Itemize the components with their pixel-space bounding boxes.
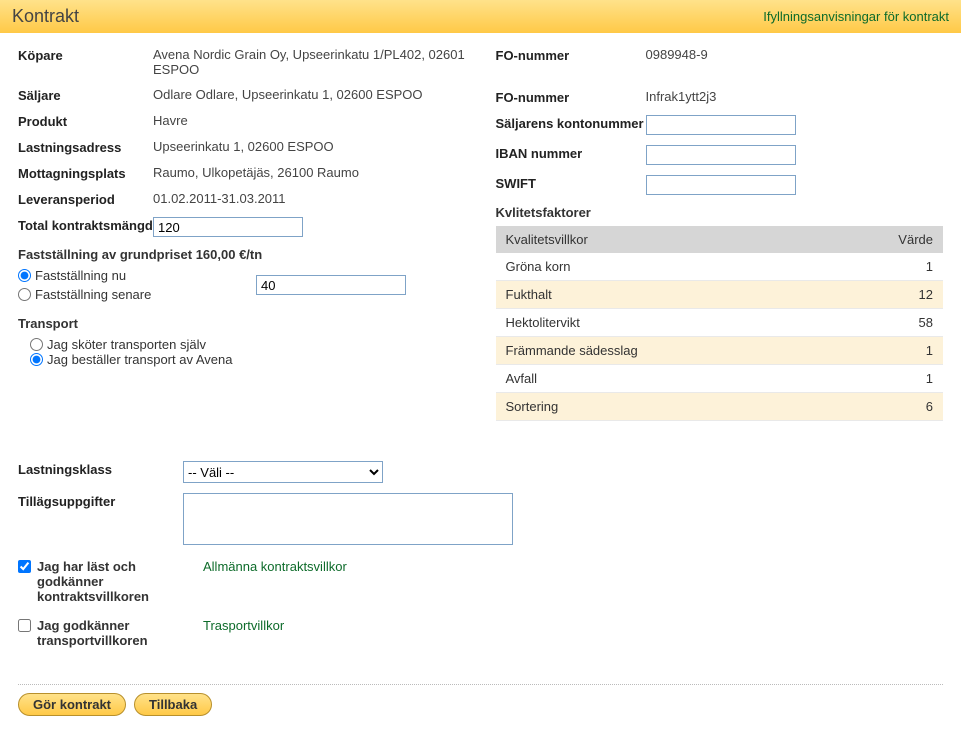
price-amount-input[interactable] xyxy=(256,275,406,295)
swift-input[interactable] xyxy=(646,175,796,195)
quality-name: Främmande sädesslag xyxy=(496,337,825,365)
table-row: Gröna korn1 xyxy=(496,253,944,281)
seller-account-input[interactable] xyxy=(646,115,796,135)
agree-terms-checkbox[interactable] xyxy=(18,560,31,573)
agree-terms-label: Jag har läst och godkänner kontraktsvill… xyxy=(37,559,187,604)
extra-info-textarea[interactable] xyxy=(183,493,513,545)
table-row: Avfall1 xyxy=(496,365,944,393)
quality-value: 1 xyxy=(825,337,943,365)
agree-transport-checkbox[interactable] xyxy=(18,619,31,632)
table-row: Sortering6 xyxy=(496,393,944,421)
quality-name: Avfall xyxy=(496,365,825,393)
quality-name: Gröna korn xyxy=(496,253,825,281)
transport-terms-link[interactable]: Trasportvillkor xyxy=(203,618,284,633)
page-title: Kontrakt xyxy=(12,6,79,27)
fo-seller-label: FO-nummer xyxy=(496,89,646,105)
price-now-radio[interactable] xyxy=(18,269,31,282)
price-now-label: Fastställning nu xyxy=(35,268,126,283)
transport-self-label: Jag sköter transporten själv xyxy=(47,337,206,352)
loading-class-label: Lastningsklass xyxy=(18,461,183,477)
quality-col-value: Värde xyxy=(825,226,943,253)
quality-value: 58 xyxy=(825,309,943,337)
fo-seller-value: Infrak1ytt2j3 xyxy=(646,89,944,104)
transport-order-label: Jag beställer transport av Avena xyxy=(47,352,233,367)
transport-self-radio[interactable] xyxy=(30,338,43,351)
button-bar: Gör kontrakt Tillbaka xyxy=(0,693,961,732)
loading-address-value: Upseerinkatu 1, 02600 ESPOO xyxy=(153,139,466,154)
swift-label: SWIFT xyxy=(496,175,646,191)
table-row: Fukthalt12 xyxy=(496,281,944,309)
buyer-value: Avena Nordic Grain Oy, Upseerinkatu 1/PL… xyxy=(153,47,466,77)
quality-table: Kvalitetsvillkor Värde Gröna korn1 Fukth… xyxy=(496,226,944,421)
iban-input[interactable] xyxy=(646,145,796,165)
price-later-label: Fastställning senare xyxy=(35,287,151,302)
separator xyxy=(18,684,943,685)
receiving-place-label: Mottagningsplats xyxy=(18,165,153,181)
transport-title: Transport xyxy=(18,316,466,331)
price-section-title: Fastställning av grundpriset 160,00 €/tn xyxy=(18,247,466,262)
quality-name: Sortering xyxy=(496,393,825,421)
seller-account-label: Säljarens kontonummer xyxy=(496,115,646,131)
delivery-period-value: 01.02.2011-31.03.2011 xyxy=(153,191,466,206)
general-terms-link[interactable]: Allmänna kontraktsvillkor xyxy=(203,559,347,574)
loading-address-label: Lastningsadress xyxy=(18,139,153,155)
total-qty-label: Total kontraktsmängd xyxy=(18,217,153,233)
left-column: Köpare Avena Nordic Grain Oy, Upseerinka… xyxy=(18,47,466,421)
page-header: Kontrakt Ifyllningsanvisningar för kontr… xyxy=(0,0,961,33)
price-later-radio[interactable] xyxy=(18,288,31,301)
transport-order-radio[interactable] xyxy=(30,353,43,366)
quality-name: Hektolitervikt xyxy=(496,309,825,337)
quality-value: 12 xyxy=(825,281,943,309)
fo-buyer-value: 0989948-9 xyxy=(646,47,944,62)
submit-button[interactable]: Gör kontrakt xyxy=(18,693,126,716)
iban-label: IBAN nummer xyxy=(496,145,646,161)
quality-name: Fukthalt xyxy=(496,281,825,309)
instructions-link[interactable]: Ifyllningsanvisningar för kontrakt xyxy=(763,9,949,24)
quality-factors-title: Kvlitetsfaktorer xyxy=(496,205,944,220)
product-value: Havre xyxy=(153,113,466,128)
receiving-place-value: Raumo, Ulkopetäjäs, 26100 Raumo xyxy=(153,165,466,180)
seller-value: Odlare Odlare, Upseerinkatu 1, 02600 ESP… xyxy=(153,87,466,102)
total-qty-input[interactable] xyxy=(153,217,303,237)
right-column: FO-nummer 0989948-9 FO-nummer Infrak1ytt… xyxy=(496,47,944,421)
quality-value: 6 xyxy=(825,393,943,421)
table-row: Främmande sädesslag1 xyxy=(496,337,944,365)
extra-info-label: Tillägsuppgifter xyxy=(18,493,183,509)
agree-transport-label: Jag godkänner transportvillkoren xyxy=(37,618,187,648)
quality-value: 1 xyxy=(825,253,943,281)
buyer-label: Köpare xyxy=(18,47,153,63)
seller-label: Säljare xyxy=(18,87,153,103)
delivery-period-label: Leveransperiod xyxy=(18,191,153,207)
back-button[interactable]: Tillbaka xyxy=(134,693,212,716)
quality-col-name: Kvalitetsvillkor xyxy=(496,226,825,253)
quality-value: 1 xyxy=(825,365,943,393)
table-row: Hektolitervikt58 xyxy=(496,309,944,337)
product-label: Produkt xyxy=(18,113,153,129)
fo-buyer-label: FO-nummer xyxy=(496,47,646,63)
loading-class-select[interactable]: -- Väli -- xyxy=(183,461,383,483)
